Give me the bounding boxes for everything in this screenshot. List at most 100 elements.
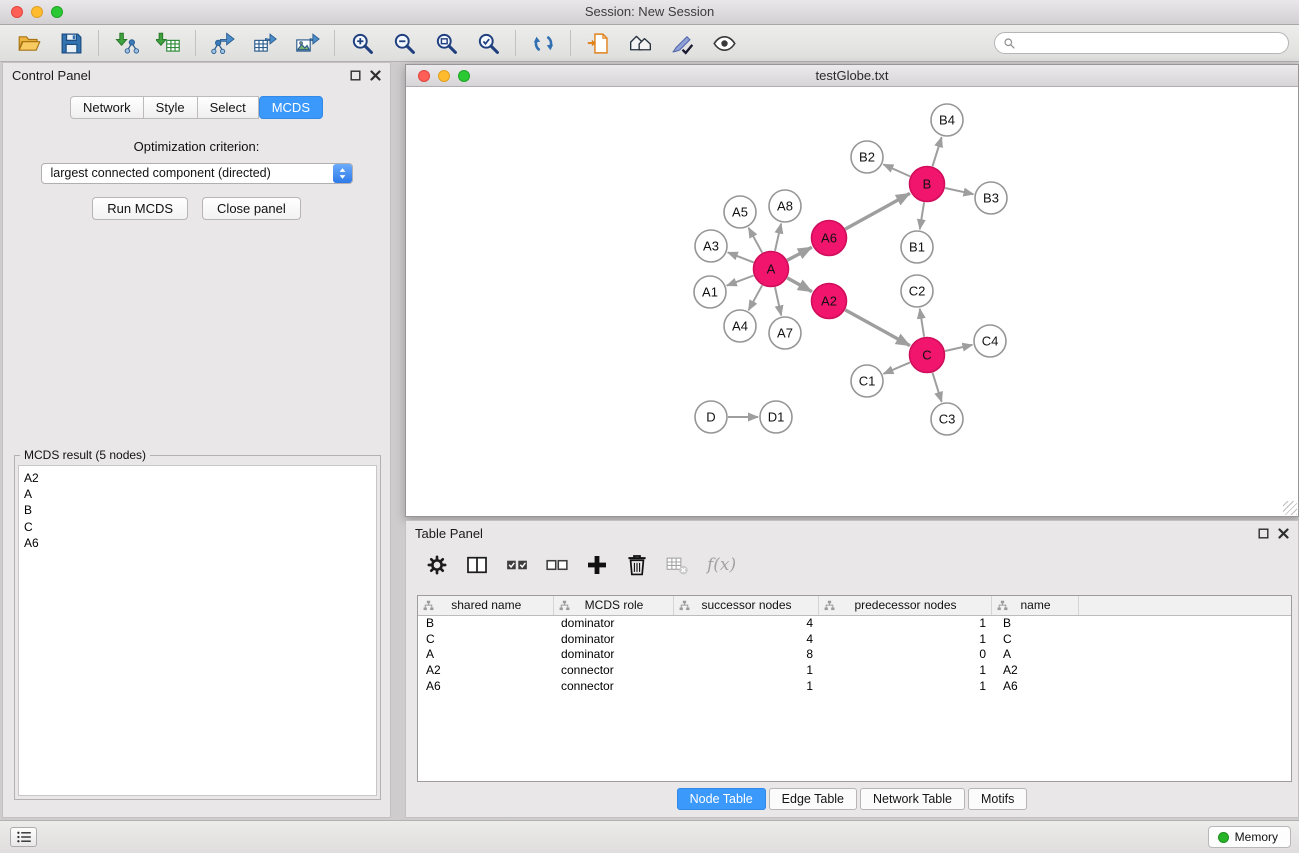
result-item-b[interactable]: B [24,502,371,518]
minimize-window-button[interactable] [31,6,43,18]
result-item-a2[interactable]: A2 [24,470,371,486]
table-cell[interactable]: B [418,615,553,631]
close-panel-icon[interactable] [370,70,381,81]
mcds-result-list[interactable]: A2ABCA6 [18,465,377,796]
float-table-panel-icon[interactable] [1258,528,1269,539]
column-header-name[interactable]: name [991,596,1078,615]
table-row[interactable]: Adominator80A [418,647,1291,663]
table-cell[interactable] [1078,647,1291,663]
node-A1[interactable]: A1 [694,276,726,308]
network-graph[interactable]: B4B2BB3A5A8A6B1A3AC2A1A2A4A7C4CC1C3DD1 [406,87,1298,516]
table-settings-gear-icon[interactable] [423,552,450,579]
table-row[interactable]: A6connector11A6 [418,678,1291,694]
table-cell[interactable] [1078,615,1291,631]
node-A3[interactable]: A3 [695,230,727,262]
node-C3[interactable]: C3 [931,403,963,435]
edge-A-A8[interactable] [775,224,781,251]
node-A[interactable]: A [754,252,789,287]
result-item-c[interactable]: C [24,519,371,535]
save-session-icon[interactable] [54,28,88,58]
delete-column-icon[interactable] [623,552,650,579]
node-D[interactable]: D [695,401,727,433]
table-cell[interactable]: 0 [818,647,991,663]
table-cell[interactable]: 1 [818,631,991,647]
table-cell[interactable]: A6 [991,678,1078,694]
result-item-a6[interactable]: A6 [24,535,371,551]
column-header-MCDS-role[interactable]: MCDS role [553,596,673,615]
tab-motifs[interactable]: Motifs [968,788,1027,810]
houses-icon[interactable] [623,28,657,58]
table-cell[interactable]: 4 [673,631,818,647]
tab-select[interactable]: Select [198,96,259,119]
select-all-columns-icon[interactable] [503,552,530,579]
table-cell[interactable]: 4 [673,615,818,631]
table-cell[interactable]: A [991,647,1078,663]
table-cell[interactable]: C [991,631,1078,647]
tab-node-table[interactable]: Node Table [677,788,766,810]
export-network-icon[interactable] [206,28,240,58]
column-header-successor-nodes[interactable]: successor nodes [673,596,818,615]
edge-A2-C[interactable] [845,310,910,346]
table-row[interactable]: Cdominator41C [418,631,1291,647]
brush-check-icon[interactable] [665,28,699,58]
node-B1[interactable]: B1 [901,231,933,263]
column-header-shared-name[interactable]: shared name [418,596,553,615]
table-cell[interactable]: C [418,631,553,647]
table-cell[interactable]: 1 [673,662,818,678]
node-B4[interactable]: B4 [931,104,963,136]
table-cell[interactable]: connector [553,662,673,678]
node-C4[interactable]: C4 [974,325,1006,357]
close-window-button[interactable] [11,6,23,18]
table-cell[interactable]: 1 [818,615,991,631]
table-cell[interactable]: A6 [418,678,553,694]
network-window-titlebar[interactable]: testGlobe.txt [406,65,1298,87]
edge-B-B1[interactable] [920,202,924,229]
tab-edge-table[interactable]: Edge Table [769,788,857,810]
table-cell[interactable]: 1 [818,662,991,678]
zoom-in-icon[interactable] [345,28,379,58]
table-cell[interactable]: 8 [673,647,818,663]
node-A7[interactable]: A7 [769,317,801,349]
edge-A-A3[interactable] [728,252,754,262]
edge-A-A5[interactable] [749,228,763,253]
tab-mcds[interactable]: MCDS [259,96,323,119]
node-A2[interactable]: A2 [812,284,847,319]
node-A5[interactable]: A5 [724,196,756,228]
edge-A-A6[interactable] [787,247,812,260]
export-image-icon[interactable] [290,28,324,58]
table-row[interactable]: Bdominator41B [418,615,1291,631]
node-A4[interactable]: A4 [724,310,756,342]
node-B[interactable]: B [910,167,945,202]
network-close-button[interactable] [418,70,430,82]
edge-A-A4[interactable] [749,285,763,310]
column-header-predecessor-nodes[interactable]: predecessor nodes [818,596,991,615]
export-table-icon[interactable] [248,28,282,58]
table-row[interactable]: A2connector11A2 [418,662,1291,678]
zoom-out-icon[interactable] [387,28,421,58]
table-cell[interactable]: dominator [553,615,673,631]
table-cell[interactable]: connector [553,678,673,694]
memory-button[interactable]: Memory [1208,826,1291,848]
edge-C-C2[interactable] [920,309,924,337]
edge-C-C1[interactable] [884,362,911,373]
tab-network[interactable]: Network [70,96,144,119]
table-cell[interactable]: A2 [418,662,553,678]
network-canvas[interactable]: B4B2BB3A5A8A6B1A3AC2A1A2A4A7C4CC1C3DD1 [406,87,1298,516]
edge-A-A7[interactable] [775,287,781,315]
table-cell[interactable]: 1 [673,678,818,694]
float-panel-icon[interactable] [350,70,361,81]
edge-A6-B[interactable] [845,193,910,229]
task-history-button[interactable] [10,827,37,847]
edge-B-B4[interactable] [933,137,942,166]
zoom-window-button[interactable] [51,6,63,18]
window-resize-grip[interactable] [1283,501,1297,515]
node-A8[interactable]: A8 [769,190,801,222]
table-cell[interactable]: A2 [991,662,1078,678]
edge-C-C3[interactable] [933,373,942,402]
node-C2[interactable]: C2 [901,275,933,307]
tab-network-table[interactable]: Network Table [860,788,965,810]
apply-layout-icon[interactable] [526,28,560,58]
edge-C-C4[interactable] [945,345,972,351]
column-layout-icon[interactable] [463,552,490,579]
deselect-all-columns-icon[interactable] [543,552,570,579]
